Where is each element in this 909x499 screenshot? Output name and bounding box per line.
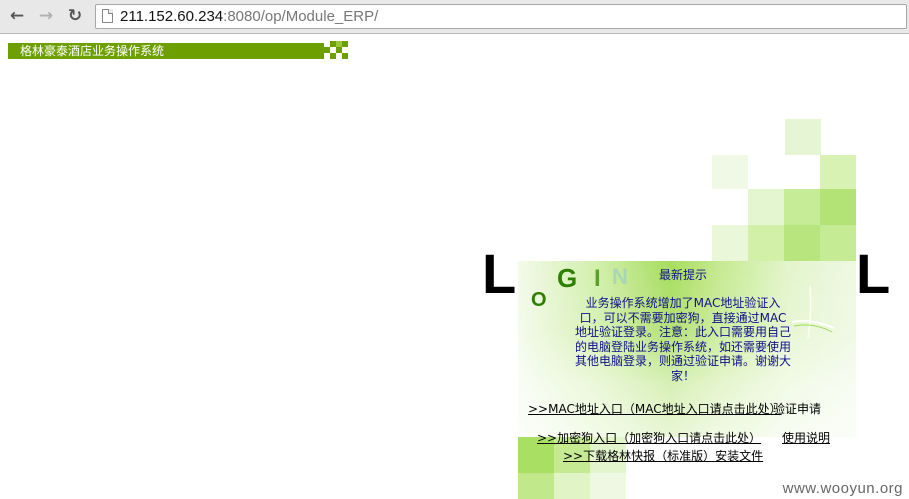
dongle-entry-link[interactable]: >>加密狗入口（加密狗入口请点击此处） xyxy=(537,431,761,445)
decor-square xyxy=(330,53,336,59)
logo-letter-g: G xyxy=(557,263,578,293)
swoosh-decoration xyxy=(791,285,835,339)
browser-toolbar: ← → ↻ 211.152.60.234:8080/op/Module_ERP/ xyxy=(0,0,909,34)
system-title-bar: 格林豪泰酒店业务操作系统 xyxy=(8,43,324,59)
url-path: :8080/op/Module_ERP/ xyxy=(223,8,379,25)
forward-arrow-icon[interactable]: → xyxy=(35,5,57,27)
back-arrow-icon[interactable]: ← xyxy=(6,5,28,27)
decor-square xyxy=(784,225,820,261)
decor-square xyxy=(820,225,856,261)
logo-letter-l-right: L xyxy=(856,242,891,305)
decor-square xyxy=(342,41,348,47)
decor-square xyxy=(712,155,748,189)
decor-square xyxy=(748,189,784,225)
decor-square xyxy=(554,473,590,499)
decor-square xyxy=(518,473,554,499)
decor-square xyxy=(820,155,856,189)
url-text[interactable]: 211.152.60.234:8080/op/Module_ERP/ xyxy=(120,7,378,26)
decor-square xyxy=(784,189,820,225)
reload-icon[interactable]: ↻ xyxy=(64,5,86,27)
url-host: 211.152.60.234 xyxy=(120,8,224,25)
decor-square xyxy=(336,41,342,47)
decor-square xyxy=(342,53,348,59)
page-icon xyxy=(102,9,113,23)
address-bar[interactable]: 211.152.60.234:8080/op/Module_ERP/ xyxy=(95,4,907,29)
decor-square xyxy=(590,473,626,499)
decor-square xyxy=(712,225,748,261)
usage-guide-link[interactable]: 使用说明 xyxy=(782,431,830,445)
logo-letter-i: I xyxy=(594,265,601,292)
verify-apply-link[interactable]: 验证申请 xyxy=(773,402,821,416)
decor-square xyxy=(748,225,784,261)
download-client-link[interactable]: >>下载格林快报（标准版）安装文件 xyxy=(563,449,763,463)
logo-letter-o: O xyxy=(531,289,547,311)
decor-square xyxy=(785,119,821,155)
notice-title: 最新提示 xyxy=(658,268,707,282)
system-title: 格林豪泰酒店业务操作系统 xyxy=(20,44,165,58)
logo-letter-l-left: L xyxy=(482,242,517,305)
notice-body: 业务操作系统增加了MAC地址验证入口，可以不需要加密狗，直接通过MAC地址验证登… xyxy=(574,296,791,383)
watermark: www.wooyun.org xyxy=(782,480,903,497)
mac-entry-link[interactable]: >>MAC地址入口（MAC地址入口请点击此处） xyxy=(528,402,782,416)
decor-square xyxy=(820,189,856,225)
